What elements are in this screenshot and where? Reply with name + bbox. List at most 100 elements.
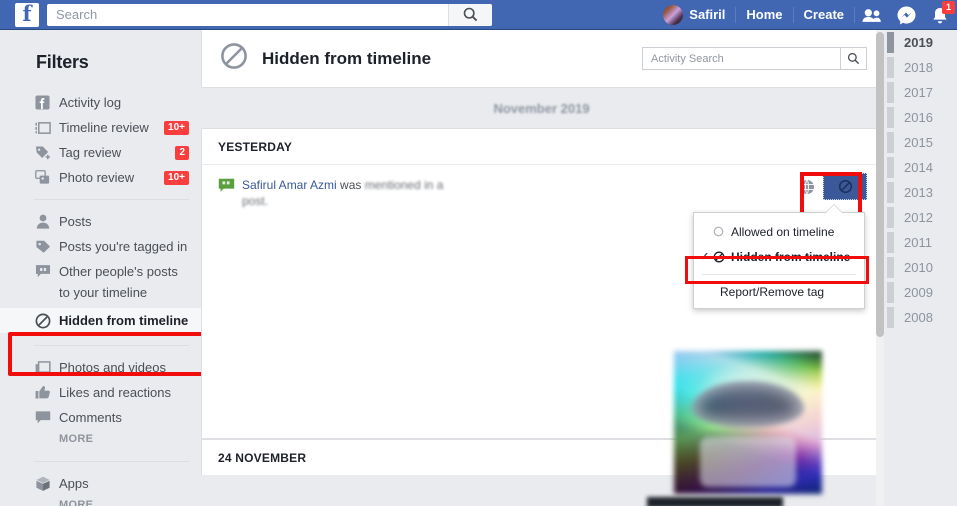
year-tick <box>887 257 894 278</box>
quote-icon <box>34 263 51 280</box>
sidebar-divider <box>34 199 189 200</box>
sidebar-item-label: Posts you're tagged in <box>59 239 188 254</box>
year-item-2016[interactable]: 2016 <box>884 105 957 130</box>
global-search-container <box>47 3 492 26</box>
sidebar-item-photos-and-videos[interactable]: Photos and videos <box>0 355 201 380</box>
page-scrollbar-thumb[interactable] <box>876 32 884 337</box>
year-tick <box>887 207 894 228</box>
page-title: Hidden from timeline <box>262 48 432 68</box>
dropdown-item-report-remove-tag[interactable]: Report/Remove tag <box>694 280 864 304</box>
thumbnail-logo-shape <box>692 381 804 427</box>
friend-requests-button[interactable] <box>855 0 889 30</box>
year-item-2009[interactable]: 2009 <box>884 280 957 305</box>
year-item-2014[interactable]: 2014 <box>884 155 957 180</box>
year-label: 2010 <box>904 260 933 275</box>
global-search-input[interactable] <box>54 4 454 25</box>
page-header: Hidden from timeline <box>201 30 882 88</box>
sidebar-group-apps: Apps MORE <box>0 471 201 506</box>
dropdown-item-label: Allowed on timeline <box>731 224 835 239</box>
globe-icon[interactable] <box>799 179 815 195</box>
sidebar-item-other-peoples-posts-sub[interactable]: to your timeline <box>0 284 201 306</box>
create-link[interactable]: Create <box>794 0 854 30</box>
year-label: 2014 <box>904 160 933 175</box>
home-link[interactable]: Home <box>736 0 792 30</box>
activity-search-button[interactable] <box>840 48 866 69</box>
sidebar-item-label: Likes and reactions <box>59 385 172 400</box>
sidebar-more-media[interactable]: MORE <box>0 430 201 452</box>
year-label: 2016 <box>904 110 933 125</box>
story-summary: Safirul Amar Azmi was mentioned in a pos… <box>218 177 867 209</box>
year-label: 2013 <box>904 185 933 200</box>
sidebar-divider <box>34 461 189 462</box>
friends-icon <box>862 8 881 22</box>
story-text: Safirul Amar Azmi was mentioned in a pos… <box>242 177 457 209</box>
photos-videos-icon <box>34 359 51 376</box>
activity-search-container <box>642 47 867 70</box>
activity-search-input[interactable] <box>649 51 829 66</box>
year-item-2017[interactable]: 2017 <box>884 80 957 105</box>
sidebar-group-content: Posts Posts you're tagged in Other peopl… <box>0 209 201 306</box>
story-user-link[interactable]: Safirul Amar Azmi <box>242 178 337 192</box>
filters-sidebar: Filters Activity log Timeline review 10+… <box>0 30 213 506</box>
sidebar-item-label: Posts <box>59 214 92 229</box>
year-item-2015[interactable]: 2015 <box>884 130 957 155</box>
hidden-icon <box>220 42 248 75</box>
sidebar-item-tag-review[interactable]: Tag review 2 <box>0 140 201 165</box>
year-tick <box>887 82 894 103</box>
global-search-button[interactable] <box>448 3 492 26</box>
sidebar-item-comments[interactable]: Comments <box>0 405 201 430</box>
sidebar-item-likes-and-reactions[interactable]: Likes and reactions <box>0 380 201 405</box>
search-icon <box>463 7 478 22</box>
year-item-2013[interactable]: 2013 <box>884 180 957 205</box>
year-item-2018[interactable]: 2018 <box>884 55 957 80</box>
notifications-badge: 1 <box>942 1 955 14</box>
dropdown-item-hidden-from-timeline[interactable]: ✓ Hidden from timeline <box>694 244 864 269</box>
hidden-icon <box>838 179 852 194</box>
year-label: 2008 <box>904 310 933 325</box>
sidebar-item-label: Comments <box>59 410 122 425</box>
sidebar-divider <box>34 345 189 346</box>
sidebar-item-photo-review[interactable]: Photo review 10+ <box>0 165 201 190</box>
year-item-2010[interactable]: 2010 <box>884 255 957 280</box>
dropdown-caret <box>826 205 842 213</box>
main-content: Hidden from timeline November 2019 YESTE… <box>201 30 882 506</box>
profile-name: Safiril <box>689 7 726 22</box>
facebook-icon <box>34 94 51 111</box>
year-item-2012[interactable]: 2012 <box>884 205 957 230</box>
hidden-from-timeline-toggle-button[interactable] <box>823 173 867 200</box>
year-item-2008[interactable]: 2008 <box>884 305 957 330</box>
tag-icon <box>34 144 51 161</box>
year-label: 2015 <box>904 135 933 150</box>
sidebar-item-hidden-from-timeline[interactable]: Hidden from timeline <box>0 308 201 333</box>
facebook-logo[interactable]: f <box>15 2 39 27</box>
year-tick <box>887 307 894 328</box>
sidebar-item-other-peoples-posts[interactable]: Other people's posts <box>0 259 201 284</box>
sidebar-item-timeline-review[interactable]: Timeline review 10+ <box>0 115 201 140</box>
notifications-button[interactable]: 1 <box>923 0 957 30</box>
sidebar-item-posts[interactable]: Posts <box>0 209 201 234</box>
top-navigation-bar: f Safiril Home Create <box>0 0 957 30</box>
post-thumbnail-image[interactable] <box>674 351 822 494</box>
year-tick <box>887 57 894 78</box>
sidebar-item-label: Timeline review <box>59 120 149 135</box>
sidebar-item-label: Activity log <box>59 95 122 110</box>
sidebar-item-label: Other people's posts <box>59 264 178 279</box>
year-label: 2017 <box>904 85 933 100</box>
sidebar-item-apps[interactable]: Apps <box>0 471 201 496</box>
messenger-button[interactable] <box>889 0 923 30</box>
sidebar-item-label: Photos and videos <box>59 360 166 375</box>
sidebar-group-media: Photos and videos Likes and reactions Co… <box>0 355 201 452</box>
sidebar-item-activity-log[interactable]: Activity log <box>0 90 201 115</box>
person-icon <box>34 213 51 230</box>
sidebar-more-apps[interactable]: MORE <box>0 496 201 506</box>
year-tick <box>887 232 894 253</box>
sidebar-item-label: Apps <box>59 476 89 491</box>
year-tick <box>887 132 894 153</box>
sidebar-item-posts-tagged-in[interactable]: Posts you're tagged in <box>0 234 201 259</box>
dropdown-item-allowed-on-timeline[interactable]: Allowed on timeline <box>694 219 864 244</box>
sidebar-item-label: Hidden from timeline <box>59 313 189 328</box>
year-item-2019[interactable]: 2019 <box>884 30 957 55</box>
dropdown-check-mark: ✓ <box>700 251 710 263</box>
profile-link[interactable]: Safiril <box>653 0 735 30</box>
year-item-2011[interactable]: 2011 <box>884 230 957 255</box>
